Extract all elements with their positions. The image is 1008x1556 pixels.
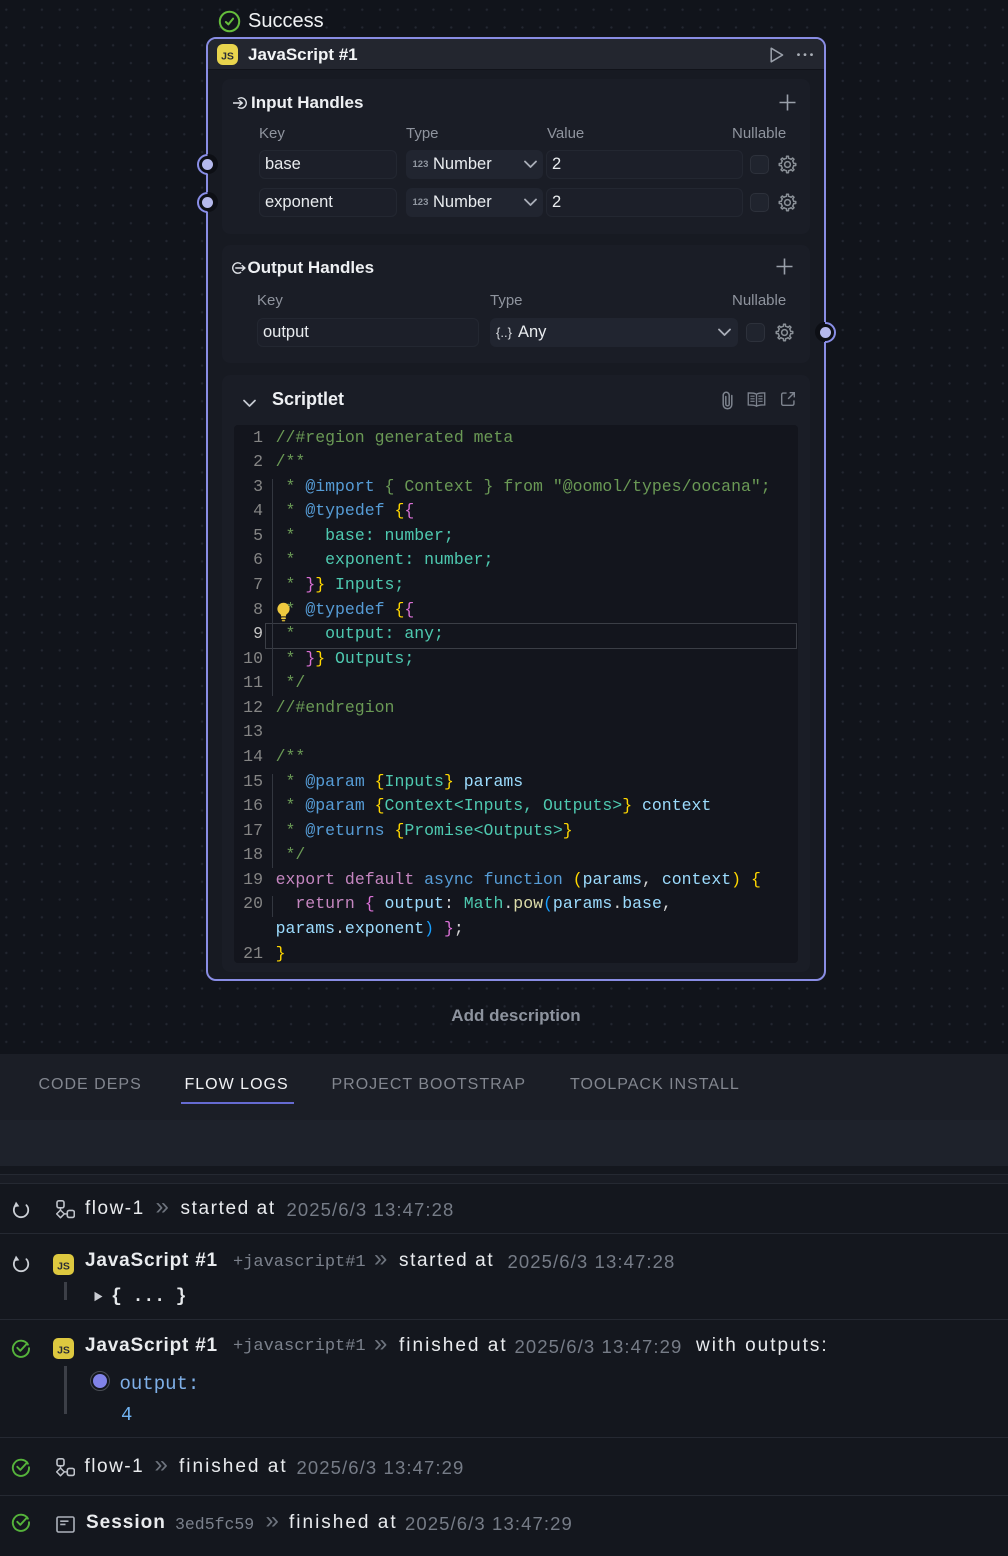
- svg-text:JS: JS: [57, 1261, 70, 1273]
- svg-text:JS: JS: [221, 51, 234, 63]
- svg-text:JS: JS: [57, 1345, 70, 1357]
